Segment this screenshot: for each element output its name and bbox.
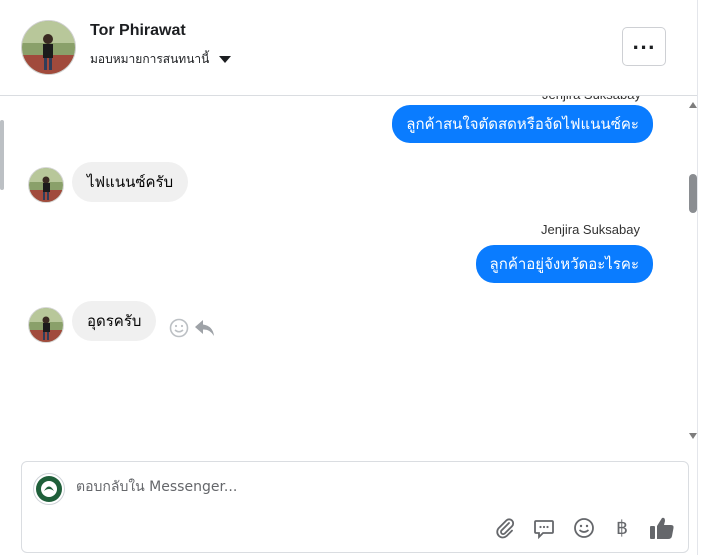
sender-name: Jenjira Suksabay xyxy=(541,222,640,237)
contact-avatar-small xyxy=(28,167,64,203)
saved-replies-icon[interactable] xyxy=(531,515,557,541)
emoji-icon[interactable] xyxy=(571,515,597,541)
contact-avatar[interactable] xyxy=(21,20,76,75)
panel-edge-scrollbar[interactable] xyxy=(0,120,4,190)
assign-label: มอบหมายการสนทนานี้ xyxy=(90,52,210,66)
reply-icon[interactable] xyxy=(194,318,216,342)
contact-avatar-small xyxy=(28,307,64,343)
more-options-button[interactable]: ... xyxy=(622,27,666,66)
contact-name[interactable]: Tor Phirawat xyxy=(90,22,186,40)
scroll-up-arrow-icon[interactable] xyxy=(689,102,697,108)
scrollbar-thumb[interactable] xyxy=(689,174,697,213)
clipped-sender-name: Jenjira Suksabay xyxy=(542,96,641,102)
react-emoji-icon[interactable] xyxy=(169,318,189,342)
scroll-down-arrow-icon[interactable] xyxy=(689,433,697,439)
more-dots-icon: ... xyxy=(632,32,656,54)
assign-conversation-dropdown[interactable]: มอบหมายการสนทนานี้ xyxy=(90,50,232,69)
caret-down-icon xyxy=(219,56,232,63)
payment-baht-icon[interactable]: ฿ xyxy=(609,515,635,541)
message-thread[interactable]: Jenjira Suksabay ลูกค้าสนใจตัดสดหรือจัดไ… xyxy=(8,96,698,448)
reply-composer[interactable]: ฿ xyxy=(21,461,689,553)
attach-file-icon[interactable] xyxy=(492,515,518,541)
page-logo xyxy=(33,473,65,505)
message-bubble-outgoing[interactable]: ลูกค้าอยู่จังหวัดอะไรคะ xyxy=(475,245,653,283)
message-bubble-incoming[interactable]: อุดรครับ xyxy=(72,301,157,341)
message-bubble-incoming[interactable]: ไฟแนนซ์ครับ xyxy=(72,162,189,202)
conversation-header: Tor Phirawat มอบหมายการสนทนานี้ ... xyxy=(0,0,697,96)
thumbs-up-icon[interactable] xyxy=(649,515,675,541)
message-bubble-outgoing[interactable]: ลูกค้าสนใจตัดสดหรือจัดไฟแนนซ์คะ xyxy=(392,105,653,143)
reply-input[interactable] xyxy=(74,478,638,496)
